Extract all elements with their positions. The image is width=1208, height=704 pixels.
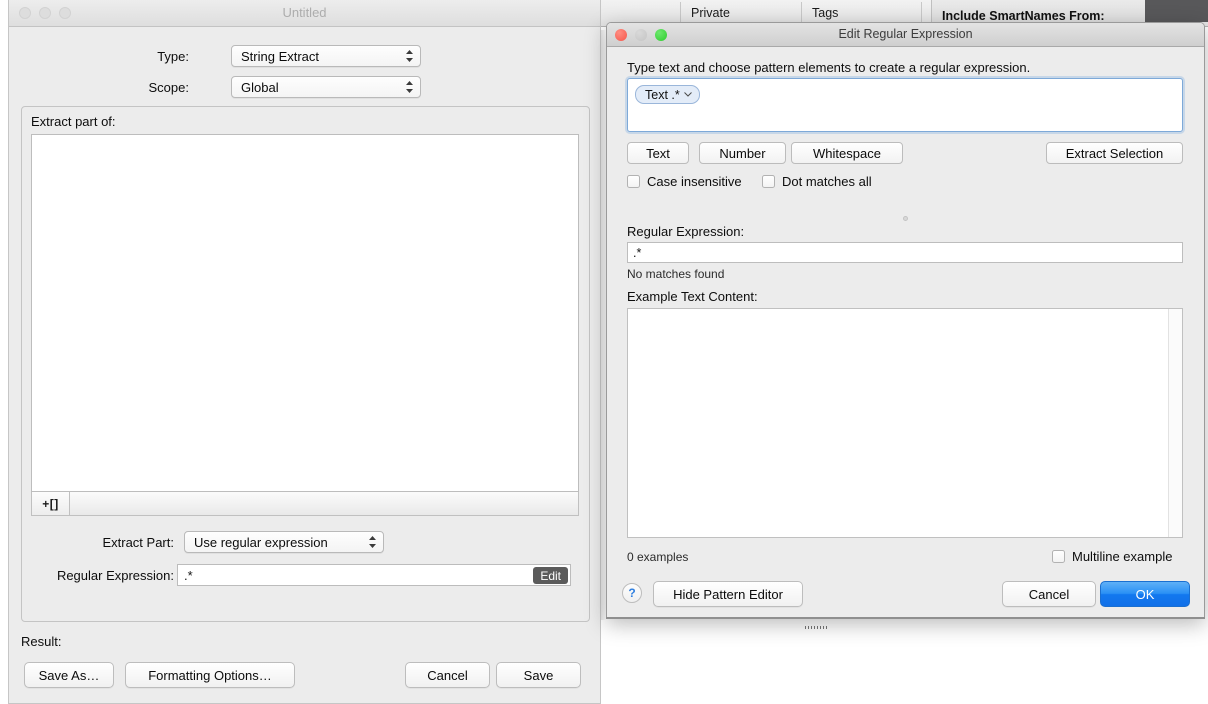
dialog-regex-value: .* [633, 245, 642, 260]
extract-selection-button-label: Extract Selection [1065, 145, 1164, 161]
scope-dropdown-value: Global [241, 79, 279, 95]
example-text-label: Example Text Content: [627, 289, 758, 304]
extract-selection-button[interactable]: Extract Selection [1046, 142, 1183, 164]
insert-text-button[interactable]: Text [627, 142, 689, 164]
pattern-editor-splitter-handle[interactable] [903, 216, 908, 221]
checkbox-icon[interactable] [1052, 550, 1065, 563]
screen-root: Private Tags Include SmartNames From: Un… [0, 0, 1208, 704]
dot-matches-all-label: Dot matches all [782, 174, 872, 189]
extract-part-dropdown-value: Use regular expression [194, 534, 328, 550]
untitled-window: Untitled Type: String Extract Scope: Glo… [8, 0, 601, 704]
multiline-example-checkbox[interactable]: Multiline example [1052, 549, 1172, 564]
pattern-token-text[interactable]: Text .* [635, 85, 700, 104]
dialog-cancel-button-label: Cancel [1028, 586, 1070, 602]
dialog-cancel-button[interactable]: Cancel [1002, 581, 1096, 607]
save-button[interactable]: Save [496, 662, 581, 688]
extract-part-label: Extract Part: [102, 535, 174, 550]
save-as-button-label: Save As… [38, 667, 100, 683]
dialog-regex-input[interactable]: .* [627, 242, 1183, 263]
dialog-bottom-edge [606, 617, 1205, 619]
case-insensitive-label: Case insensitive [647, 174, 742, 189]
chevron-down-icon[interactable] [683, 91, 692, 99]
insert-number-button[interactable]: Number [699, 142, 786, 164]
hide-pattern-editor-button-label: Hide Pattern Editor [673, 586, 783, 602]
background-tab-separator [921, 2, 922, 24]
dialog-titlebar[interactable]: Edit Regular Expression [607, 23, 1204, 47]
background-panel-header-label: Include SmartNames From: [942, 9, 1105, 23]
chevron-updown-icon [403, 46, 415, 66]
cancel-button-label: Cancel [427, 667, 468, 683]
extract-part-of-label: Extract part of: [31, 114, 116, 129]
add-token-button-label: +[] [42, 496, 59, 511]
pattern-token-editor[interactable]: Text .* [627, 78, 1183, 132]
pattern-token-label: Text .* [645, 87, 680, 102]
checkbox-icon[interactable] [627, 175, 640, 188]
regular-expression-value: .* [184, 567, 193, 583]
untitled-window-titlebar[interactable]: Untitled [9, 0, 600, 27]
chevron-updown-icon [403, 77, 415, 97]
help-button-label: ? [628, 586, 636, 600]
extract-source-list[interactable] [31, 134, 579, 492]
chevron-updown-icon [366, 532, 378, 552]
extract-source-toolbar: +[] [31, 492, 579, 516]
checkbox-icon[interactable] [762, 175, 775, 188]
edit-button-label: Edit [540, 568, 561, 583]
regular-expression-label: Regular Expression: [56, 568, 174, 583]
insert-number-button-label: Number [719, 145, 766, 161]
insert-whitespace-button[interactable]: Whitespace [791, 142, 903, 164]
hide-pattern-editor-button[interactable]: Hide Pattern Editor [653, 581, 803, 607]
scope-dropdown[interactable]: Global [231, 76, 421, 98]
example-text-input[interactable] [627, 308, 1183, 538]
scope-label: Scope: [148, 80, 189, 95]
type-dropdown[interactable]: String Extract [231, 45, 421, 67]
case-insensitive-checkbox[interactable]: Case insensitive [627, 174, 742, 189]
dialog-ok-button-label: OK [1135, 586, 1155, 602]
insert-text-button-label: Text [646, 145, 670, 161]
regular-expression-input[interactable]: .* Edit [177, 564, 571, 586]
dialog-instruction: Type text and choose pattern elements to… [627, 60, 1031, 75]
formatting-options-button[interactable]: Formatting Options… [125, 662, 295, 688]
type-label: Type: [157, 49, 189, 64]
edit-button[interactable]: Edit [533, 567, 568, 584]
save-as-button[interactable]: Save As… [24, 662, 114, 688]
dialog-title: Edit Regular Expression [838, 27, 973, 41]
dialog-regex-label: Regular Expression: [627, 224, 745, 239]
background-tab-tags-label: Tags [812, 6, 839, 20]
formatting-options-button-label: Formatting Options… [148, 667, 272, 683]
save-button-label: Save [523, 667, 554, 683]
extract-part-dropdown[interactable]: Use regular expression [184, 531, 384, 553]
example-text-scrollbar[interactable] [1168, 309, 1182, 537]
dialog-resize-grip[interactable] [805, 616, 845, 629]
match-status-text: No matches found [627, 267, 725, 281]
dot-matches-all-checkbox[interactable]: Dot matches all [762, 174, 872, 189]
examples-count-text: 0 examples [627, 550, 689, 564]
result-label: Result: [21, 634, 62, 649]
background-tab-private-label: Private [691, 6, 730, 20]
multiline-example-label: Multiline example [1072, 549, 1173, 564]
add-token-button[interactable]: +[] [32, 492, 70, 515]
dialog-ok-button[interactable]: OK [1100, 581, 1190, 607]
help-button[interactable]: ? [622, 583, 642, 603]
untitled-window-title: Untitled [282, 5, 327, 20]
background-dark-corner [1145, 0, 1208, 22]
type-dropdown-value: String Extract [241, 48, 320, 64]
cancel-button[interactable]: Cancel [405, 662, 490, 688]
insert-whitespace-button-label: Whitespace [813, 145, 881, 161]
